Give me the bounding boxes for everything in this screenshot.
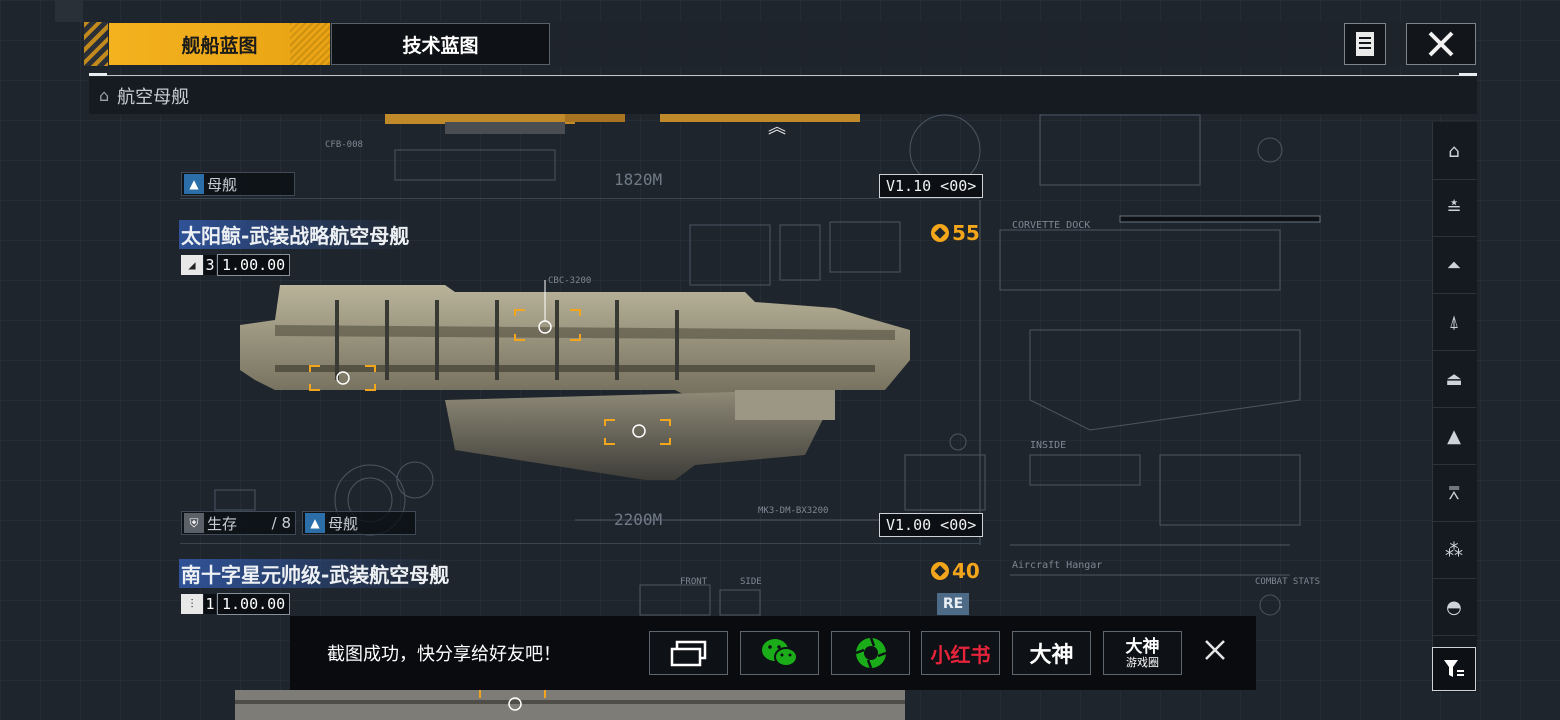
shield-icon: ⛨ xyxy=(184,513,204,533)
ship2-level-value: 1.00.00 xyxy=(217,593,291,615)
dashen-circle-label-bottom: 游戏圈 xyxy=(1126,655,1159,669)
share-moments-button[interactable] xyxy=(831,631,910,675)
ship1-cost: 55 xyxy=(931,221,980,245)
nav-corvette[interactable]: ▲ xyxy=(1432,409,1476,465)
mothership-icon: ▲ xyxy=(184,174,204,194)
carrier-category-icon: ⌂ xyxy=(99,86,110,105)
breadcrumb-label: 航空母舰 xyxy=(117,86,190,108)
cruiser-icon: ⏶ xyxy=(1446,255,1462,276)
share-dashen-button[interactable]: 大神 xyxy=(1012,631,1091,675)
hazard-stripes xyxy=(84,22,108,66)
ship1-version: V1.00 <00> xyxy=(879,513,984,537)
document-icon xyxy=(1356,32,1374,56)
ship1-type-label: 母舰 xyxy=(328,514,359,533)
prev-ship-dimension: 1820M xyxy=(614,170,663,189)
prev-ship-version: V1.10 <00> xyxy=(879,174,984,198)
header-rule-tick-right xyxy=(1459,73,1477,76)
ship1-dimension: 2200M xyxy=(614,510,663,529)
share-message: 截图成功，快分享给好友吧！ xyxy=(327,644,561,665)
carrier-icon: ⌂ xyxy=(1448,141,1460,162)
ship1-image[interactable] xyxy=(235,280,915,510)
share-close-button[interactable] xyxy=(1204,638,1226,668)
dashen-label: 大神 xyxy=(1029,643,1074,668)
hangar-label: Aircraft Hangar xyxy=(1012,560,1103,571)
ship1-type-tag: ▲ 母舰 xyxy=(302,511,416,535)
entry-divider xyxy=(180,543,980,544)
dome-icon: ◓ xyxy=(1446,597,1462,618)
xiaohongshu-label: 小红书 xyxy=(930,642,991,667)
close-icon xyxy=(1205,640,1225,660)
close-button[interactable] xyxy=(1406,23,1476,65)
ship2-name[interactable]: 南十字星元帅级-武装航空母舰 xyxy=(179,559,452,588)
moments-icon xyxy=(855,637,886,669)
ship1-level-value: 1.00.00 xyxy=(217,254,291,276)
ship-class-icon: ⫶ xyxy=(181,594,203,614)
share-dashen-circle-button[interactable]: 大神 游戏圈 xyxy=(1103,631,1182,675)
filter-button[interactable] xyxy=(1432,647,1476,691)
nav-frigate[interactable]: ⏏ xyxy=(1432,352,1476,408)
prev-ship-type-label: 母舰 xyxy=(207,175,238,194)
ship1-code-bottom: MK3-DM-BX3200 xyxy=(758,506,829,516)
ship2-cost-value: 40 xyxy=(952,559,980,583)
cost-coin-icon xyxy=(931,224,949,242)
ship2-image[interactable] xyxy=(235,690,905,720)
nav-fighter[interactable]: ⩞ xyxy=(1432,466,1476,522)
tab-ship-blueprint-label: 舰船蓝图 xyxy=(181,34,258,57)
screenshot-frame-icon xyxy=(670,640,706,667)
prev-ship-type-tag: ▲ 母舰 xyxy=(181,172,295,196)
frigate-icon: ⏏ xyxy=(1445,369,1463,390)
header-rule xyxy=(89,75,1477,76)
re-badge: RE xyxy=(937,593,969,615)
tab-tech-blueprint[interactable]: 技术蓝图 xyxy=(331,23,550,65)
filter-icon xyxy=(1444,660,1464,677)
nav-battlecruiser[interactable]: ≛ xyxy=(1432,181,1476,237)
inside-label: INSIDE xyxy=(1030,440,1067,451)
ship1-survival-value: / 8 xyxy=(271,514,291,532)
close-icon xyxy=(1428,31,1454,57)
previous-ship-image xyxy=(385,114,625,134)
document-button[interactable] xyxy=(1344,23,1386,65)
share-wechat-button[interactable] xyxy=(740,631,819,675)
ship1-level: ◢ 3 1.00.00 xyxy=(181,254,291,276)
dashen-circle-label-top: 大神 xyxy=(1125,636,1160,657)
ship2-level: ⫶ 1 1.00.00 xyxy=(181,593,291,615)
ship1-level-num: 3 xyxy=(204,255,216,275)
front-label: FRONT xyxy=(680,577,708,587)
tab-ship-blueprint[interactable]: 舰船蓝图 xyxy=(109,23,330,65)
header-rule-tick-left xyxy=(89,73,107,76)
nav-squad[interactable]: ⁂ xyxy=(1432,523,1476,579)
ship1-survival-label: 生存 xyxy=(207,514,238,533)
nav-destroyer[interactable]: ⍋ xyxy=(1432,295,1476,351)
squad-icon: ⁂ xyxy=(1445,540,1463,561)
cost-coin-icon xyxy=(931,562,949,580)
wechat-icon xyxy=(761,639,798,667)
corvette-icon: ▲ xyxy=(1447,426,1461,447)
share-screenshot-button[interactable] xyxy=(649,631,728,675)
previous-ship-image-2 xyxy=(660,114,860,122)
entry-divider xyxy=(180,198,980,199)
dock-label: CORVETTE DOCK xyxy=(1012,220,1091,231)
nav-structure[interactable]: ◓ xyxy=(1432,580,1476,636)
tab-tech-blueprint-label: 技术蓝图 xyxy=(402,34,479,57)
ship-class-icon: ◢ xyxy=(181,255,203,275)
share-xiaohongshu-button[interactable]: 小红书 xyxy=(921,631,1000,675)
side-label: SIDE xyxy=(740,577,762,587)
destroyer-icon: ⍋ xyxy=(1448,312,1460,333)
nav-cruiser[interactable]: ⏶ xyxy=(1432,238,1476,294)
ship1-cost-value: 55 xyxy=(952,221,980,245)
nav-carrier[interactable]: ⌂ xyxy=(1432,124,1476,180)
ship2-cost: 40 xyxy=(931,559,980,583)
fighter-icon: ⩞ xyxy=(1448,483,1460,504)
ship1-survival-tag: ⛨ 生存 / 8 xyxy=(181,511,296,535)
ship1-name[interactable]: 太阳鲸-武装战略航空母舰 xyxy=(179,220,412,249)
ship2-level-num: 1 xyxy=(204,594,216,614)
breadcrumb: ⌂ 航空母舰 xyxy=(89,77,1477,114)
battlecruiser-icon: ≛ xyxy=(1446,198,1462,219)
mothership-icon: ▲ xyxy=(305,513,325,533)
prev-ship-code-label: CFB-008 xyxy=(325,140,363,150)
scroll-up-chevron-icon[interactable]: ︽ xyxy=(768,113,786,139)
combat-stats-label: COMBAT STATS xyxy=(1255,577,1321,587)
